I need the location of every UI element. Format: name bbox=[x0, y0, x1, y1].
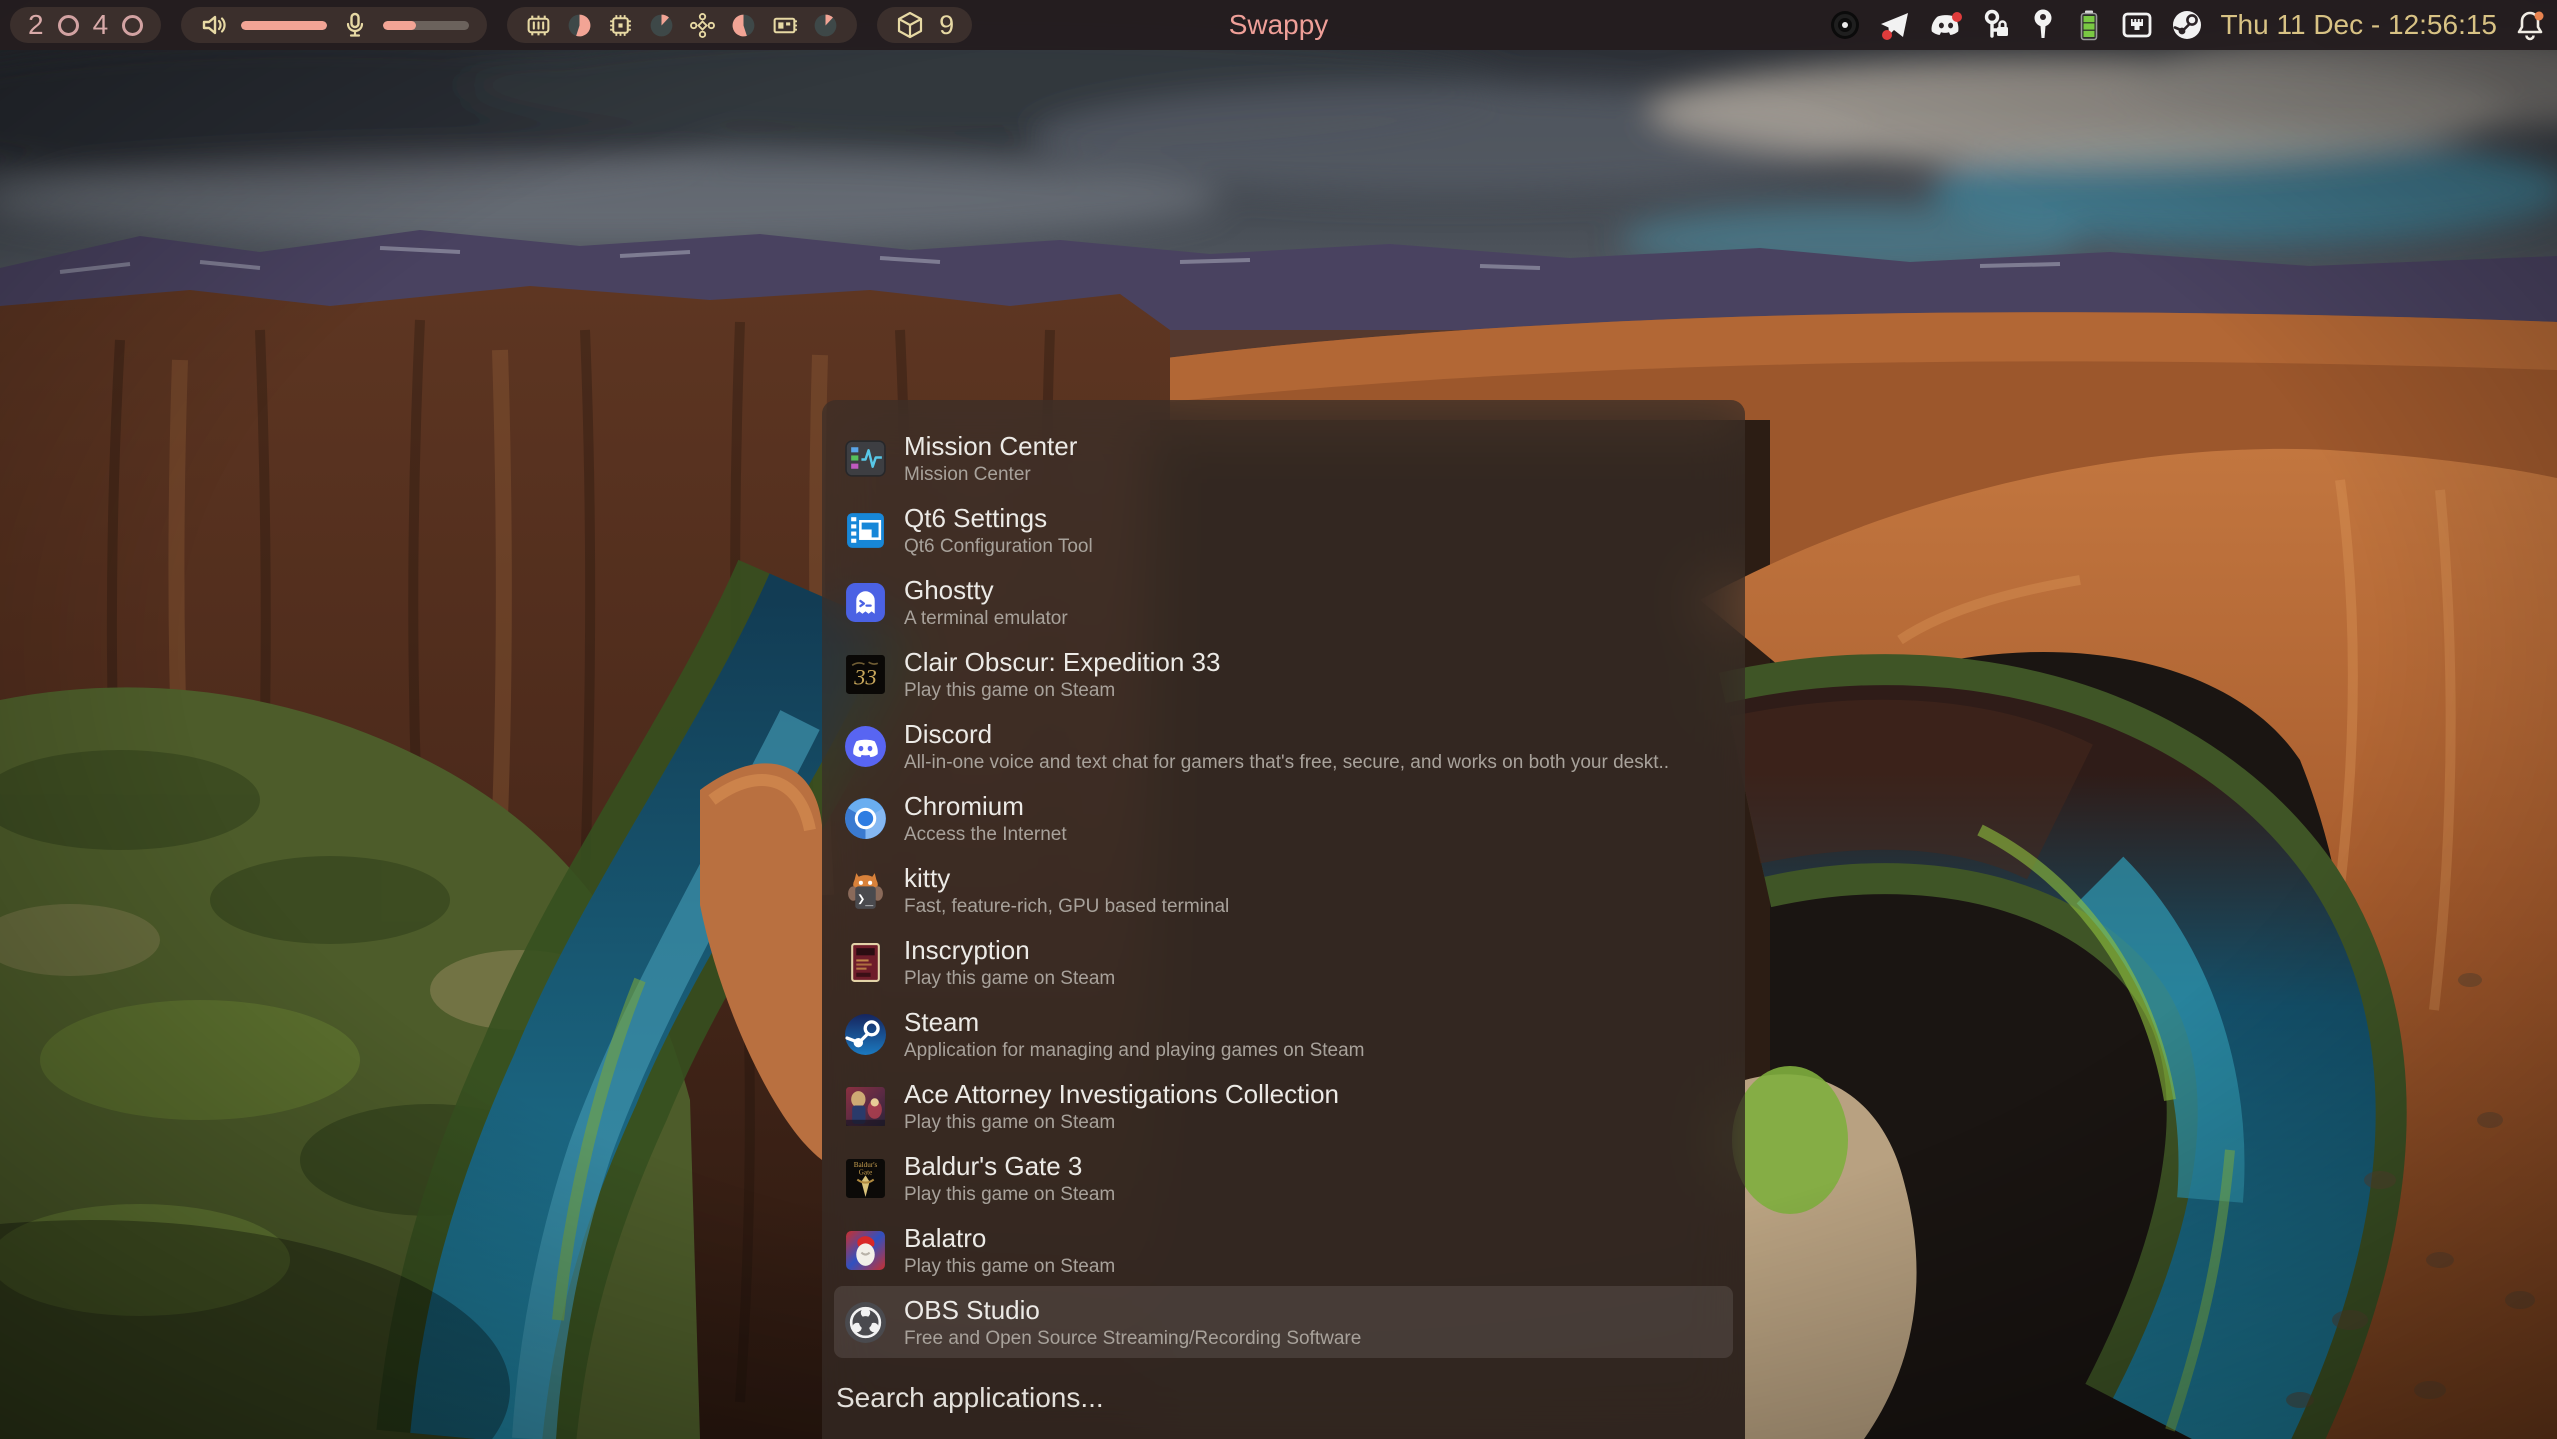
app-title: Clair Obscur: Expedition 33 bbox=[904, 646, 1220, 678]
app-row-clair-obscur[interactable]: 33 Clair Obscur: Expedition 33 Play this… bbox=[834, 638, 1733, 710]
app-description: Play this game on Steam bbox=[904, 1182, 1115, 1207]
app-title: OBS Studio bbox=[904, 1294, 1361, 1326]
steam-icon bbox=[844, 1013, 887, 1056]
app-launcher: Mission Center Mission Center Qt6 Settin… bbox=[822, 400, 1745, 1439]
chromium-icon bbox=[844, 797, 887, 840]
app-description: Access the Internet bbox=[904, 822, 1067, 847]
status-bar-tray: Thu 11 Dec - 12:56:15 bbox=[1828, 0, 2547, 50]
svg-text:❯_: ❯_ bbox=[857, 891, 873, 906]
discord-tray-icon[interactable] bbox=[1928, 8, 1964, 42]
kitty-icon: ❯_ bbox=[844, 869, 887, 912]
app-row-baldurs-gate-3[interactable]: Baldur's Gate Baldur's Gate 3 Play this … bbox=[834, 1142, 1733, 1214]
discord-icon bbox=[844, 725, 887, 768]
baldurs-gate-3-icon: Baldur's Gate bbox=[844, 1157, 887, 1200]
telegram-tray-icon[interactable] bbox=[1878, 8, 1912, 42]
app-description: Play this game on Steam bbox=[904, 966, 1115, 991]
app-row-discord[interactable]: Discord All-in-one voice and text chat f… bbox=[834, 710, 1733, 782]
steam-tray-icon[interactable] bbox=[2170, 8, 2204, 42]
search-input[interactable]: Search applications... bbox=[836, 1382, 1104, 1414]
app-title: Balatro bbox=[904, 1222, 1115, 1254]
app-row-mission-center[interactable]: Mission Center Mission Center bbox=[834, 422, 1733, 494]
app-title: Ace Attorney Investigations Collection bbox=[904, 1078, 1339, 1110]
inscryption-icon bbox=[844, 941, 887, 984]
app-row-obs-studio[interactable]: OBS Studio Free and Open Source Streamin… bbox=[834, 1286, 1733, 1358]
app-row-ghostty[interactable]: Ghostty A terminal emulator bbox=[834, 566, 1733, 638]
keepassxc-tray-icon[interactable] bbox=[1980, 8, 2012, 42]
app-description: Play this game on Steam bbox=[904, 1254, 1115, 1279]
mission-center-icon bbox=[844, 437, 887, 480]
app-title: Mission Center bbox=[904, 430, 1077, 462]
app-list: Mission Center Mission Center Qt6 Settin… bbox=[822, 422, 1745, 1358]
key-tray-icon[interactable] bbox=[2028, 8, 2058, 42]
app-row-qt6-settings[interactable]: Qt6 Settings Qt6 Configuration Tool bbox=[834, 494, 1733, 566]
svg-text:Gate: Gate bbox=[859, 1168, 873, 1176]
app-row-kitty[interactable]: ❯_ kitty Fast, feature-rich, GPU based t… bbox=[834, 854, 1733, 926]
app-description: Play this game on Steam bbox=[904, 678, 1220, 703]
app-title: Baldur's Gate 3 bbox=[904, 1150, 1115, 1182]
app-title: kitty bbox=[904, 862, 1229, 894]
qt6-settings-icon bbox=[844, 509, 887, 552]
app-description: Fast, feature-rich, GPU based terminal bbox=[904, 894, 1229, 919]
ace-attorney-icon bbox=[844, 1085, 887, 1128]
app-title: Ghostty bbox=[904, 574, 1068, 606]
app-title: Qt6 Settings bbox=[904, 502, 1093, 534]
app-description: Free and Open Source Streaming/Recording… bbox=[904, 1326, 1361, 1351]
app-title: Discord bbox=[904, 718, 1669, 750]
svg-text:33: 33 bbox=[853, 664, 877, 689]
steelseries-tray-icon[interactable] bbox=[1828, 8, 1862, 42]
app-row-chromium[interactable]: Chromium Access the Internet bbox=[834, 782, 1733, 854]
app-title: Inscryption bbox=[904, 934, 1115, 966]
app-description: All-in-one voice and text chat for gamer… bbox=[904, 750, 1669, 775]
balatro-icon bbox=[844, 1229, 887, 1272]
app-description: Application for managing and playing gam… bbox=[904, 1038, 1365, 1063]
app-row-balatro[interactable]: Balatro Play this game on Steam bbox=[834, 1214, 1733, 1286]
app-row-steam[interactable]: Steam Application for managing and playi… bbox=[834, 998, 1733, 1070]
app-description: Qt6 Configuration Tool bbox=[904, 534, 1093, 559]
battery-tray-icon[interactable] bbox=[2074, 8, 2104, 42]
app-row-inscryption[interactable]: Inscryption Play this game on Steam bbox=[834, 926, 1733, 998]
network-tray-icon[interactable] bbox=[2120, 8, 2154, 42]
app-description: Mission Center bbox=[904, 462, 1077, 487]
app-description: Play this game on Steam bbox=[904, 1110, 1339, 1135]
clock[interactable]: Thu 11 Dec - 12:56:15 bbox=[2220, 9, 2497, 41]
app-row-ace-attorney[interactable]: Ace Attorney Investigations Collection P… bbox=[834, 1070, 1733, 1142]
notification-bell-icon[interactable] bbox=[2513, 8, 2547, 42]
app-title: Chromium bbox=[904, 790, 1067, 822]
obs-studio-icon bbox=[844, 1301, 887, 1344]
status-bar: 2 4 bbox=[0, 0, 2557, 50]
ghostty-icon bbox=[844, 581, 887, 624]
app-description: A terminal emulator bbox=[904, 606, 1068, 631]
app-title: Steam bbox=[904, 1006, 1365, 1038]
clair-obscur-icon: 33 bbox=[844, 653, 887, 696]
